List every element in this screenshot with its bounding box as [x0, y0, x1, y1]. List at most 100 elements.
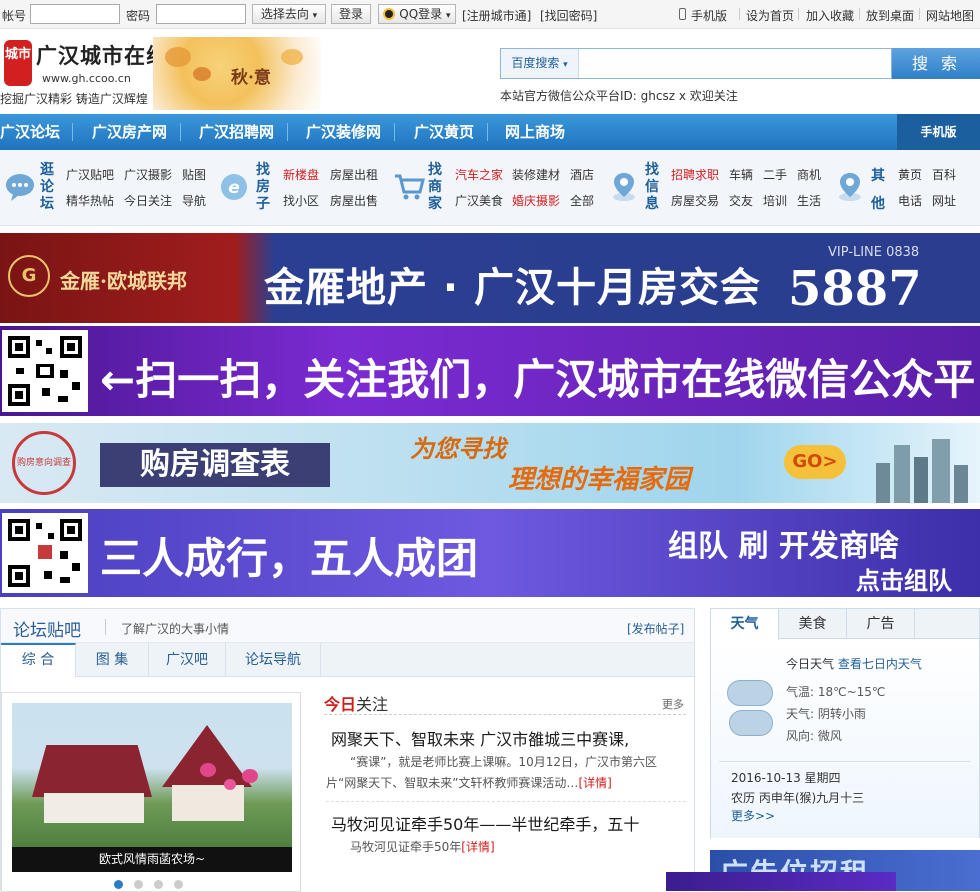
quick-link[interactable]: 培训 — [763, 192, 787, 209]
quick-link[interactable]: 全部 — [570, 192, 594, 209]
nav-item-forum[interactable]: 广汉论坛 — [0, 114, 60, 150]
account-input[interactable] — [30, 4, 120, 24]
tab-gallery[interactable]: 图 集 — [76, 643, 149, 677]
quick-link[interactable]: 广汉美食 — [455, 192, 503, 209]
divider — [105, 619, 106, 635]
banner-survey[interactable]: 购房意向调查 购房调查表 为您寻找 理想的幸福家园 GO> — [0, 423, 980, 503]
quick-link[interactable]: 精华热帖 — [66, 192, 114, 209]
post-thread-link[interactable]: [发布帖子] — [627, 620, 684, 637]
headline-title[interactable]: 马牧河见证牵手50年——半世纪牵手，五十 — [331, 811, 639, 835]
tab-guanghan-bar[interactable]: 广汉吧 — [149, 643, 226, 677]
weather-more-link[interactable]: 更多>> — [731, 807, 775, 824]
recover-password-link[interactable]: [找回密码] — [540, 7, 597, 24]
quick-link[interactable]: 二手 — [763, 166, 787, 183]
quick-link[interactable]: 婚庆摄影 — [512, 192, 560, 209]
slider-dot[interactable] — [154, 880, 163, 889]
quick-link[interactable]: 生活 — [797, 192, 821, 209]
nav-item-mall[interactable]: 网上商场 — [505, 114, 565, 150]
slider-dot[interactable] — [174, 880, 183, 889]
banner-group-buy[interactable]: 三人成行，五人成团 组队 刷 开发商啥 点击组队 — [0, 509, 980, 597]
login-button[interactable]: 登录 — [331, 4, 371, 24]
chevron-down-icon: ▾ — [312, 11, 318, 21]
top-link-sitemap[interactable]: 网站地图 — [926, 7, 974, 24]
tab-food[interactable]: 美食 — [779, 609, 847, 639]
banner-wechat[interactable]: ←扫一扫，关注我们，广汉城市在线微信公众平台 — [0, 326, 980, 416]
quick-link[interactable]: 电话 — [898, 192, 922, 209]
headline-title[interactable]: 网聚天下、智取未来 广汉市雒城三中赛课, — [331, 726, 629, 750]
search-engine-select[interactable]: 百度搜索 ▾ — [501, 49, 579, 78]
account-label: 帐号 — [2, 9, 27, 23]
quick-link[interactable]: 商机 — [797, 166, 821, 183]
weather-temp: 气温: 18℃~15℃ — [786, 685, 886, 699]
quick-link[interactable]: 导航 — [182, 192, 206, 209]
more-link[interactable]: 更多 — [662, 696, 684, 712]
quick-link[interactable]: 百科 — [932, 166, 956, 183]
nav-item-yellowpages[interactable]: 广汉黄页 — [414, 114, 474, 150]
logo-badge[interactable]: 城市 — [4, 40, 32, 86]
photo-caption[interactable]: 欧式风情雨菡农场~ — [12, 847, 292, 872]
nav-mobile-button[interactable]: 手机版 — [897, 114, 980, 150]
quick-link[interactable]: 网址 — [932, 192, 956, 209]
farm-photo[interactable] — [12, 703, 292, 847]
forum-title[interactable]: 论坛贴吧 — [13, 616, 81, 641]
top-link-mobile[interactable]: 手机版 — [691, 7, 727, 24]
separator — [72, 123, 73, 141]
quick-link[interactable]: 黄页 — [898, 166, 922, 183]
detail-link[interactable]: [详情] — [461, 840, 494, 854]
separator — [739, 8, 740, 20]
nav-item-house[interactable]: 广汉房产网 — [92, 114, 167, 150]
tab-weather[interactable]: 天气 — [711, 609, 779, 640]
chevron-down-icon: ▾ — [446, 11, 451, 21]
photo-slider[interactable]: 欧式风情雨菡农场~ — [1, 692, 301, 892]
tab-ads[interactable]: 广告 — [847, 609, 915, 639]
banner-group-cta[interactable]: 点击组队 — [856, 561, 952, 596]
top-link-homepage[interactable]: 设为首页 — [746, 7, 794, 24]
wechat-note: 本站官方微信公众平台ID: ghcsz x 欢迎关注 — [500, 89, 738, 103]
chat-bubble-icon — [6, 174, 34, 201]
qq-login-button[interactable]: QQ登录 ▾ — [378, 4, 456, 24]
nav-item-jobs[interactable]: 广汉招聘网 — [199, 114, 274, 150]
quick-link[interactable]: 酒店 — [570, 166, 594, 183]
quick-link[interactable]: 交友 — [729, 192, 753, 209]
chevron-down-icon: ▾ — [563, 60, 568, 70]
quick-link[interactable]: 今日关注 — [124, 192, 172, 209]
quick-link[interactable]: 贴图 — [182, 166, 206, 183]
slider-dot[interactable] — [134, 880, 143, 889]
quick-link[interactable]: 广汉贴吧 — [66, 166, 114, 183]
search-input[interactable] — [581, 51, 887, 76]
quick-link[interactable]: 房屋出售 — [330, 192, 378, 209]
survey-go-button[interactable]: GO> — [784, 445, 846, 479]
register-link[interactable]: [注册城市通] — [462, 7, 531, 24]
quick-link[interactable]: 找小区 — [283, 192, 319, 209]
separator — [798, 8, 799, 20]
tab-overview[interactable]: 综 合 — [1, 643, 76, 677]
quick-link[interactable]: 广汉摄影 — [124, 166, 172, 183]
leaf-decoration — [281, 49, 303, 65]
top-link-favorite[interactable]: 加入收藏 — [806, 7, 854, 24]
separator — [919, 8, 920, 20]
search-button[interactable]: 搜 索 — [892, 48, 980, 79]
house-icon: e — [221, 174, 247, 200]
quick-link[interactable]: 招聘求职 — [671, 166, 719, 183]
quick-link[interactable]: 房屋交易 — [671, 192, 719, 209]
today-label: 今日 — [324, 695, 357, 714]
quick-link[interactable]: 新楼盘 — [283, 166, 319, 183]
quick-link[interactable]: 房屋出租 — [330, 166, 378, 183]
slider-dot-active[interactable] — [114, 880, 123, 889]
flower — [242, 769, 258, 783]
detail-link[interactable]: [详情] — [578, 776, 611, 790]
tab-forum-nav[interactable]: 论坛导航 — [226, 643, 321, 677]
goto-select[interactable]: 选择去向 ▾ — [252, 4, 326, 24]
top-link-desktop[interactable]: 放到桌面 — [866, 7, 914, 24]
quick-link[interactable]: 车辆 — [729, 166, 753, 183]
separator — [487, 123, 488, 141]
flower — [224, 779, 236, 790]
banner-real-estate[interactable]: G 金雁·欧城联邦 金雁地产 · 广汉十月房交会 VIP-LINE 0838 5… — [0, 233, 980, 323]
week-weather-link[interactable]: 查看七日内天气 — [838, 657, 922, 671]
quick-link[interactable]: 汽车之家 — [455, 166, 503, 183]
password-input[interactable] — [156, 4, 246, 24]
nav-item-decoration[interactable]: 广汉装修网 — [306, 114, 381, 150]
quick-link[interactable]: 装修建材 — [512, 166, 560, 183]
logo-name[interactable]: 广汉城市在线 — [36, 40, 168, 70]
bottom-ad-strip[interactable] — [666, 872, 896, 891]
